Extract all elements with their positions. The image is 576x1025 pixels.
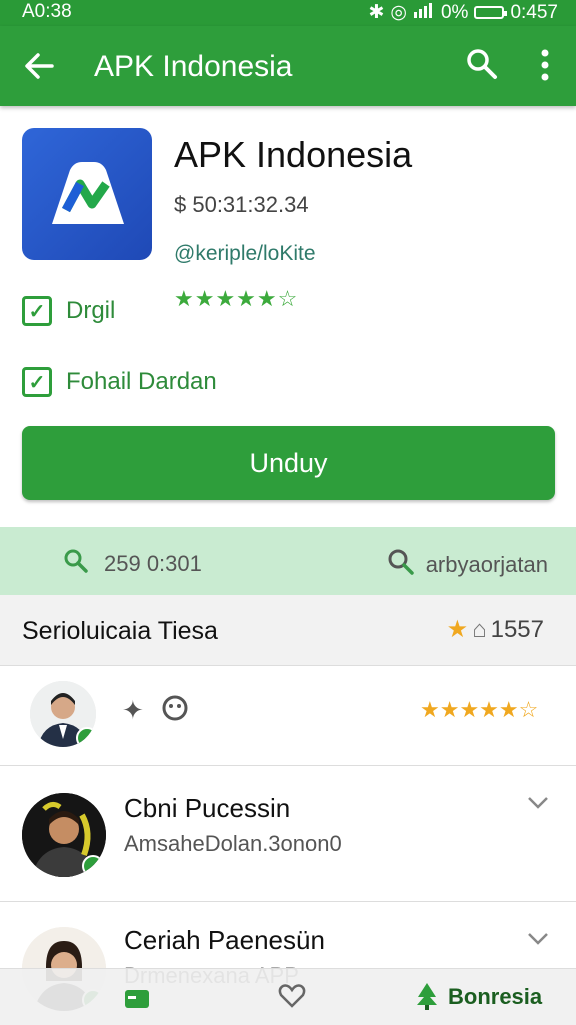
reviews-title: Serioluicaia Tiesa: [22, 617, 218, 645]
review-stars: ★★★★★☆: [420, 697, 539, 722]
info-right[interactable]: arbyaorjatan: [386, 547, 548, 583]
check-option-2[interactable]: ✓ Fohail Dardan: [22, 367, 217, 397]
status-icons: ✱ ◎ 0% 0:457: [368, 1, 558, 24]
reviews-count: ★ ⌂ 1557: [447, 615, 544, 644]
status-bar: A0:38 ✱ ◎ 0% 0:457: [0, 0, 576, 26]
battery-percent: 0%: [440, 1, 469, 23]
info-strip: 259 0:301 arbyaorjatan: [0, 527, 576, 595]
star-icon: ★: [446, 616, 469, 643]
more-options-icon[interactable]: [532, 44, 558, 86]
bottom-navigation: Bonresia: [0, 968, 576, 1025]
tree-icon[interactable]: [414, 981, 440, 1016]
battery-icon: [474, 6, 508, 19]
review-row-2[interactable]: Cbni Pucessin AmsaheDolan.3onon0: [0, 765, 576, 902]
info-right-value: arbyaorjatan: [425, 552, 548, 577]
online-badge-icon: [82, 855, 104, 877]
checkbox-checked-icon[interactable]: ✓: [22, 367, 52, 397]
emoji-icon[interactable]: [160, 693, 190, 728]
bottom-nav-active-label[interactable]: Bonresia: [448, 984, 542, 1010]
alarm-icon: ◎: [390, 2, 407, 23]
avatar: [22, 793, 106, 877]
status-time: A0:38: [22, 1, 72, 22]
reviewer-subtitle: AmsaheDolan.3onon0: [124, 831, 342, 856]
bluetooth-icon: ✱: [368, 2, 385, 23]
reviews-header: Serioluicaia Tiesa ★ ⌂ 1557: [0, 595, 576, 666]
review-row-1[interactable]: ✦ ★★★★★☆: [0, 665, 576, 766]
chevron-down-icon[interactable]: [526, 795, 550, 811]
user-search-icon: [386, 547, 420, 583]
reviewer-name: Cbni Pucessin: [124, 793, 291, 823]
pin-icon: ⌂: [472, 615, 487, 643]
app-price: $ 50:31:32.34: [174, 192, 309, 217]
checkbox-checked-icon[interactable]: ✓: [22, 296, 52, 326]
download-button[interactable]: Unduy: [22, 426, 555, 500]
signal-icon: [413, 2, 435, 24]
chevron-down-icon[interactable]: [526, 931, 550, 947]
reviews-count-value: 1557: [490, 615, 544, 643]
wallet-icon[interactable]: [124, 987, 150, 1014]
check-option-1[interactable]: ✓ Drgil: [22, 296, 115, 326]
info-left-value: 259 0:301: [104, 551, 202, 576]
check-option-label: Fohail Dardan: [66, 368, 217, 395]
app-icon: [22, 128, 152, 260]
check-option-label: Drgil: [66, 297, 116, 324]
status-clock-right: 0:457: [510, 1, 558, 23]
reviewer-name: Ceriah Paenesün: [124, 925, 325, 955]
heart-icon[interactable]: [278, 983, 306, 1014]
online-badge-icon: [76, 727, 96, 747]
app-developer[interactable]: @keriple/loKite: [174, 242, 316, 266]
app-rating-stars: ★★★★★☆: [174, 286, 299, 311]
app-bar-title: APK Indonesia: [94, 50, 293, 83]
app-bar: APK Indonesia: [0, 26, 576, 106]
magnifier-icon: [62, 547, 90, 581]
avatar: [30, 681, 96, 747]
search-icon[interactable]: [464, 46, 500, 82]
app-name: APK Indonesia: [174, 134, 413, 175]
like-icon[interactable]: ✦: [122, 695, 144, 726]
back-arrow-icon[interactable]: [20, 46, 60, 86]
info-left: 259 0:301: [62, 547, 202, 581]
